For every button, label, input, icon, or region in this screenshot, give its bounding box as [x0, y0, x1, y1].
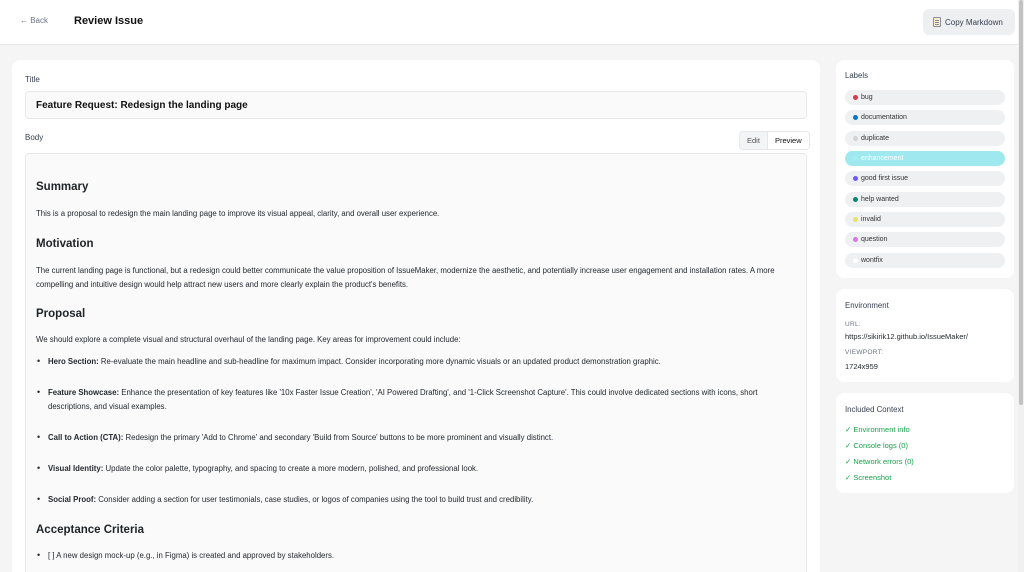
title-input[interactable]: Feature Request: Redesign the landing pa… [25, 91, 807, 119]
label-wontfix[interactable]: wontfix [845, 253, 1005, 268]
motivation-heading: Motivation [36, 238, 94, 250]
url-value: https://sikirik12.github.io/IssueMaker/ [845, 332, 968, 341]
tab-preview[interactable]: Preview [766, 132, 809, 149]
context-environment-info[interactable]: ✓ Environment info [845, 425, 910, 434]
page-scrollbar[interactable] [1018, 0, 1024, 572]
label-color-dot [853, 217, 858, 222]
label-bug[interactable]: bug [845, 90, 1005, 105]
proposal-text: We should explore a complete visual and … [36, 335, 461, 344]
acceptance-heading: Acceptance Criteria [36, 524, 145, 536]
label-enhancement[interactable]: enhancement [845, 151, 1005, 166]
body-label: Body [25, 133, 44, 142]
viewport-value: 1724x959 [845, 362, 878, 371]
context-console-logs[interactable]: ✓ Console logs (0) [845, 441, 908, 450]
list-item: Social Proof: Consider adding a section … [36, 493, 796, 507]
label-good-first-issue[interactable]: good first issue [845, 171, 1005, 186]
list-item: [ ] A new design mock-up (e.g., in Figma… [36, 549, 796, 563]
summary-text: This is a proposal to redesign the main … [36, 209, 440, 218]
label-duplicate[interactable]: duplicate [845, 131, 1005, 146]
labels-title: Labels [845, 71, 868, 80]
top-bar: ← Back Review Issue Copy Markdown [0, 0, 1024, 45]
motivation-text: The current landing page is functional, … [36, 266, 775, 289]
markdown-preview[interactable]: Summary This is a proposal to redesign t… [25, 153, 807, 572]
summary-heading: Summary [36, 181, 89, 193]
label-color-dot [853, 115, 858, 120]
scrollbar-thumb[interactable] [1019, 0, 1023, 405]
label-color-dot [853, 197, 858, 202]
environment-title: Environment [845, 301, 889, 310]
back-link[interactable]: ← Back [20, 16, 48, 25]
label-color-dot [853, 258, 858, 263]
label-invalid[interactable]: invalid [845, 212, 1005, 227]
url-key: URL: [845, 321, 862, 328]
labels-card: Labels bug documentation duplicate enhan… [836, 60, 1014, 278]
title-label: Title [25, 75, 40, 84]
label-color-dot [853, 95, 858, 100]
label-color-dot [853, 136, 858, 141]
label-documentation[interactable]: documentation [845, 110, 1005, 125]
context-network-errors[interactable]: ✓ Network errors (0) [845, 457, 914, 466]
copy-markdown-button[interactable]: Copy Markdown [923, 9, 1015, 35]
page-title: Review Issue [74, 15, 144, 27]
context-title: Included Context [845, 405, 904, 414]
viewport-key: VIEWPORT: [845, 349, 884, 356]
context-screenshot[interactable]: ✓ Screenshot [845, 473, 891, 482]
proposal-heading: Proposal [36, 308, 86, 320]
label-color-dot [853, 176, 858, 181]
issue-editor-card: Title Feature Request: Redesign the land… [12, 60, 820, 572]
environment-card: Environment URL: https://sikirik12.githu… [836, 289, 1014, 382]
label-help-wanted[interactable]: help wanted [845, 192, 1005, 207]
list-item: Call to Action (CTA): Redesign the prima… [36, 431, 796, 445]
clipboard-icon [933, 17, 941, 27]
list-item: Feature Showcase: Enhance the presentati… [36, 386, 796, 413]
included-context-card: Included Context ✓ Environment info ✓ Co… [836, 393, 1014, 493]
list-item: Visual Identity: Update the color palett… [36, 462, 796, 476]
label-color-dot [853, 156, 858, 161]
tab-edit[interactable]: Edit [740, 132, 767, 149]
label-color-dot [853, 237, 858, 242]
list-item: Hero Section: Re-evaluate the main headl… [36, 355, 796, 369]
copy-markdown-label: Copy Markdown [945, 17, 1003, 27]
label-question[interactable]: question [845, 232, 1005, 247]
body-mode-tabs: Edit Preview [739, 131, 810, 150]
